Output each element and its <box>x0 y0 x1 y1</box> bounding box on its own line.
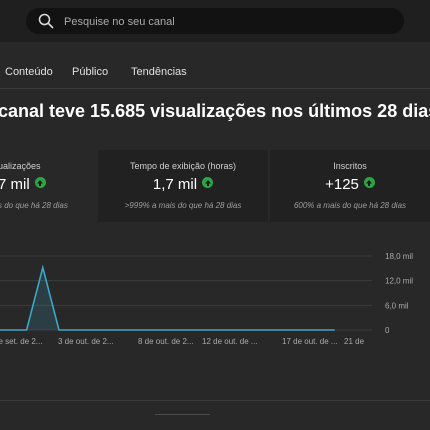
data-point[interactable] <box>90 329 92 331</box>
data-point[interactable] <box>155 329 157 331</box>
metric-watch-time-value: 1,7 mil <box>152 176 198 193</box>
x-tick-label: 17 de out. de ... <box>282 337 338 346</box>
data-point[interactable] <box>301 329 303 331</box>
x-tick-label: 12 de out. de ... <box>202 337 258 346</box>
data-point[interactable] <box>269 329 271 331</box>
data-point[interactable] <box>74 329 76 331</box>
arrow-up-icon <box>34 177 46 188</box>
arrow-up-icon <box>363 177 375 188</box>
y-tick-label: 6,0 mil <box>385 301 409 310</box>
footer-divider <box>0 400 430 401</box>
footer-handle <box>155 414 210 415</box>
x-tick-label: 8 de out. de 2... <box>138 337 194 346</box>
data-point[interactable] <box>171 329 173 331</box>
data-point[interactable] <box>139 329 141 331</box>
data-point[interactable] <box>285 329 287 331</box>
tabs-divider <box>0 88 430 89</box>
data-point[interactable] <box>236 329 238 331</box>
data-point[interactable] <box>107 329 109 331</box>
data-point[interactable] <box>220 329 222 331</box>
tab-audience[interactable]: Público <box>72 66 108 78</box>
data-point[interactable] <box>204 329 206 331</box>
y-tick-label: 12,0 mil <box>385 277 413 286</box>
data-point[interactable] <box>333 329 335 331</box>
metric-watch-time-comparison: >999% a mais do que há 28 dias <box>124 201 242 210</box>
data-point[interactable] <box>26 329 28 331</box>
y-tick-label: 18,0 mil <box>385 252 413 261</box>
metric-cards: ualizações 7 mil s do que há 28 dias Tem… <box>0 150 430 222</box>
x-tick-label: 3 de out. de 2... <box>58 337 114 346</box>
tab-content[interactable]: Conteúdo <box>5 66 53 78</box>
tab-bar: Conteúdo Público Tendências <box>0 58 430 86</box>
metric-watch-time[interactable]: Tempo de exibição (horas) 1,7 mil >999% … <box>98 150 268 222</box>
tab-trends[interactable]: Tendências <box>131 66 187 78</box>
metric-views-comparison: s do que há 28 dias <box>0 201 68 210</box>
search-box[interactable] <box>26 8 404 36</box>
metric-watch-time-label: Tempo de exibição (horas) <box>129 161 237 171</box>
metric-subscribers-value: +125 <box>325 176 359 193</box>
data-point[interactable] <box>317 329 319 331</box>
metric-views-label: ualizações <box>0 161 41 171</box>
x-tick-label: de set. de 2... <box>0 337 42 346</box>
data-point[interactable] <box>123 329 125 331</box>
y-tick-label: 0 <box>385 326 390 335</box>
data-point[interactable] <box>9 329 11 331</box>
metric-subscribers[interactable]: Inscritos +125 600% a mais do que há 28 … <box>270 150 430 222</box>
metric-subscribers-comparison: 600% a mais do que há 28 dias <box>293 201 407 210</box>
views-chart: 0 6,0 mil 12,0 mil 18,0 mil de set. de 2... 3… <box>0 240 430 360</box>
top-bar <box>0 0 430 42</box>
arrow-up-icon <box>202 177 214 188</box>
data-point[interactable] <box>58 329 60 331</box>
metric-views-value: 7 mil <box>0 176 30 193</box>
search-icon <box>38 13 54 29</box>
search-input[interactable] <box>62 8 396 36</box>
x-tick-label: 21 de <box>344 337 365 346</box>
page-headline: canal teve 15.685 visualizações nos últi… <box>0 101 430 121</box>
metric-views[interactable]: ualizações 7 mil s do que há 28 dias <box>0 150 97 222</box>
data-point[interactable] <box>42 266 44 269</box>
data-point[interactable] <box>188 329 190 331</box>
views-line-chart: 0 6,0 mil 12,0 mil 18,0 mil de set. de 2... 3… <box>0 252 413 346</box>
metric-subscribers-label: Inscritos <box>333 161 367 171</box>
data-point[interactable] <box>252 329 254 331</box>
